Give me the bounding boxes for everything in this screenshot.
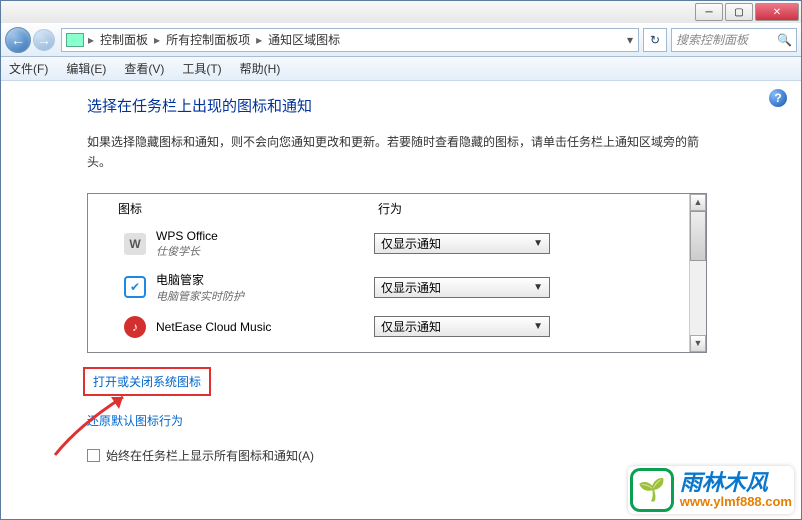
scroll-thumb[interactable]: [690, 211, 706, 261]
control-panel-icon: [66, 33, 84, 47]
menu-file[interactable]: 文件(F): [9, 60, 48, 77]
select-value: 仅显示通知: [381, 235, 441, 252]
watermark: 🌱 雨林木风 www.ylmf888.com: [628, 466, 794, 514]
help-icon[interactable]: ?: [769, 89, 787, 107]
column-header-behavior: 行为: [378, 200, 706, 217]
maximize-button[interactable]: ▢: [725, 3, 753, 21]
breadcrumb-item[interactable]: 通知区域图标: [264, 31, 346, 48]
row-name: NetEase Cloud Music: [156, 320, 374, 334]
restore-defaults-link[interactable]: 还原默认图标行为: [87, 412, 183, 429]
watermark-logo-icon: 🌱: [630, 468, 674, 512]
chevron-down-icon: ▼: [533, 238, 543, 249]
wps-icon: W: [124, 233, 146, 255]
breadcrumb-item[interactable]: 控制面板: [96, 31, 154, 48]
scrollbar[interactable]: ▲ ▼: [689, 194, 706, 352]
search-placeholder: 搜索控制面板: [676, 31, 748, 48]
behavior-select[interactable]: 仅显示通知 ▼: [374, 316, 550, 337]
refresh-button[interactable]: ↻: [643, 28, 667, 52]
close-button[interactable]: ✕: [755, 3, 799, 21]
row-name: 电脑管家: [156, 271, 374, 288]
breadcrumb-separator: ▸: [154, 33, 162, 47]
chevron-down-icon: ▼: [533, 282, 543, 293]
column-header-icon: 图标: [118, 200, 378, 217]
always-show-checkbox[interactable]: [87, 449, 100, 462]
scroll-down-button[interactable]: ▼: [690, 335, 706, 352]
table-row: ✔ 电脑管家 电脑管家实时防护 仅显示通知 ▼: [88, 265, 706, 310]
navigation-bar: ← → ▸ 控制面板 ▸ 所有控制面板项 ▸ 通知区域图标 ▾ ↻ 搜索控制面板…: [1, 23, 801, 57]
select-value: 仅显示通知: [381, 279, 441, 296]
row-subtitle: 仕俊学长: [156, 243, 374, 259]
back-button[interactable]: ←: [5, 27, 31, 53]
breadcrumb-separator: ▸: [88, 33, 96, 47]
row-subtitle: 电脑管家实时防护: [156, 288, 374, 304]
minimize-button[interactable]: ─: [695, 3, 723, 21]
forward-button[interactable]: →: [33, 29, 55, 51]
page-title: 选择在任务栏上出现的图标和通知: [87, 95, 775, 116]
table-row: ♪ NetEase Cloud Music 仅显示通知 ▼: [88, 310, 706, 344]
menu-edit[interactable]: 编辑(E): [66, 60, 106, 77]
chevron-down-icon: ▼: [533, 321, 543, 332]
netease-icon: ♪: [124, 316, 146, 338]
search-icon: 🔍: [777, 33, 792, 47]
menu-view[interactable]: 查看(V): [124, 60, 164, 77]
behavior-select[interactable]: 仅显示通知 ▼: [374, 233, 550, 254]
table-row: W WPS Office 仕俊学长 仅显示通知 ▼: [88, 223, 706, 265]
address-bar[interactable]: ▸ 控制面板 ▸ 所有控制面板项 ▸ 通知区域图标 ▾: [61, 28, 639, 52]
behavior-select[interactable]: 仅显示通知 ▼: [374, 277, 550, 298]
guard-icon: ✔: [124, 276, 146, 298]
breadcrumb-item[interactable]: 所有控制面板项: [162, 31, 256, 48]
search-input[interactable]: 搜索控制面板 🔍: [671, 28, 797, 52]
watermark-url: www.ylmf888.com: [680, 495, 792, 509]
always-show-checkbox-row: 始终在任务栏上显示所有图标和通知(A): [87, 447, 775, 464]
watermark-title: 雨林木风: [680, 471, 792, 495]
address-dropdown[interactable]: ▾: [622, 33, 638, 47]
icons-table: 图标 行为 W WPS Office 仕俊学长 仅显示通知 ▼ ✔: [87, 193, 707, 353]
scroll-up-button[interactable]: ▲: [690, 194, 706, 211]
breadcrumb-separator: ▸: [256, 33, 264, 47]
always-show-label: 始终在任务栏上显示所有图标和通知(A): [106, 447, 314, 464]
menu-tools[interactable]: 工具(T): [182, 60, 221, 77]
menu-help[interactable]: 帮助(H): [240, 60, 281, 77]
menu-bar: 文件(F) 编辑(E) 查看(V) 工具(T) 帮助(H): [1, 57, 801, 81]
select-value: 仅显示通知: [381, 318, 441, 335]
system-icons-link[interactable]: 打开或关闭系统图标: [83, 367, 211, 396]
page-description: 如果选择隐藏图标和通知，则不会向您通知更改和更新。若要随时查看隐藏的图标，请单击…: [87, 132, 707, 173]
row-name: WPS Office: [156, 229, 374, 243]
window-title-bar: ─ ▢ ✕: [1, 1, 801, 23]
content-area: ? 选择在任务栏上出现的图标和通知 如果选择隐藏图标和通知，则不会向您通知更改和…: [1, 81, 801, 519]
